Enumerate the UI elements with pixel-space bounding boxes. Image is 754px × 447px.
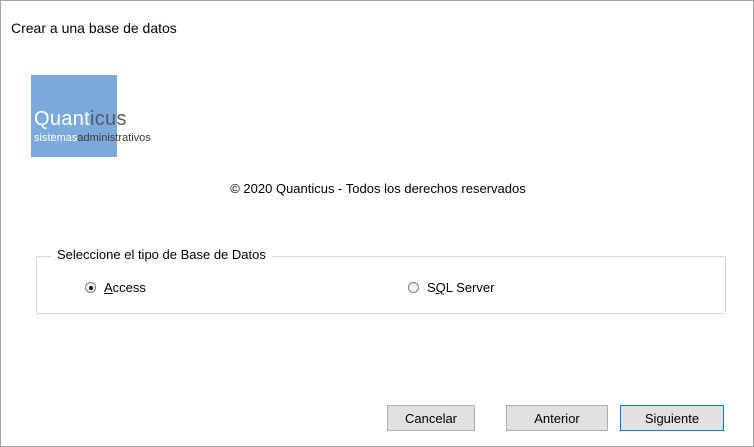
previous-button[interactable]: Anterior: [506, 405, 608, 431]
next-button[interactable]: Siguiente: [620, 405, 724, 431]
radio-sql-server-label: SQL Server: [427, 280, 495, 295]
radio-sql-server[interactable]: SQL Server: [408, 280, 494, 295]
logo-brand-name: Quanticus: [34, 108, 127, 130]
quanticus-logo: Quanticus sistemasadministrativos: [31, 75, 231, 157]
dialog-window: Crear a una base de datos Quanticus sist…: [0, 0, 754, 447]
dialog-title: Crear a una base de datos: [11, 20, 177, 36]
cancel-button[interactable]: Cancelar: [387, 405, 475, 431]
copyright-text: © 2020 Quanticus - Todos los derechos re…: [230, 181, 526, 196]
radio-access-label: Access: [104, 280, 146, 295]
radio-checked-icon: [85, 282, 96, 293]
logo-tagline: sistemasadministrativos: [34, 132, 151, 144]
radio-unchecked-icon: [408, 282, 419, 293]
radio-access[interactable]: Access: [85, 280, 146, 295]
db-type-group-legend: Seleccione el tipo de Base de Datos: [51, 247, 272, 262]
